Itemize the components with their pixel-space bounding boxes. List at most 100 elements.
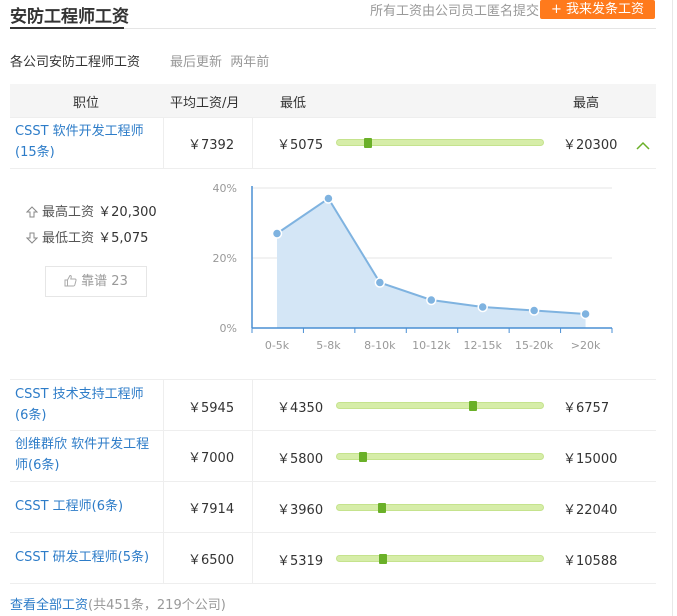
last-updated: 最后更新 两年前 [170, 51, 269, 70]
salary-range-bar [336, 503, 544, 513]
min-salary: ￥5075 [277, 138, 324, 153]
col-max: 最高 [573, 96, 600, 111]
area-fill [277, 198, 586, 328]
position-title: CSST 工程师(6条) [15, 499, 124, 514]
title-underline [10, 27, 124, 29]
column-divider [163, 481, 164, 532]
x-tick-label: 0-5k [265, 339, 290, 352]
max-salary: ￥10588 [563, 554, 618, 569]
updated-label: 最后更新 [170, 55, 223, 70]
row-divider [10, 117, 656, 118]
like-count: 23 [111, 274, 128, 289]
page-title: 安防工程师工资 [10, 7, 129, 27]
highest-value: ￥20,300 [98, 205, 157, 220]
updated-value: 两年前 [230, 55, 270, 70]
x-tick-label: 12-15k [464, 339, 503, 352]
chevron-up-icon[interactable] [636, 136, 650, 150]
position-link[interactable]: CSST 技术支持工程师 (6条) [15, 384, 163, 426]
y-tick-label: 0% [220, 322, 237, 335]
data-point [271, 228, 283, 239]
col-average: 平均工资/月 [170, 96, 240, 111]
data-point [374, 277, 386, 288]
data-point [580, 308, 591, 320]
arrow-down-icon [25, 232, 39, 244]
position-link[interactable]: 创维群欣 软件开发工程 师(6条) [15, 434, 163, 476]
range-track [336, 504, 544, 511]
range-average-marker [379, 554, 387, 564]
table-header: 职位 平均工资/月 最低 最高 [10, 84, 656, 117]
position-count: 师(6条) [15, 458, 60, 473]
column-divider [252, 430, 253, 481]
max-salary: ￥15000 [563, 452, 618, 467]
column-divider [252, 117, 253, 168]
row-divider [10, 583, 656, 584]
avg-salary: ￥7392 [188, 138, 235, 153]
min-salary: ￥4350 [277, 401, 324, 416]
position-title: 创维群欣 软件开发工程 [15, 437, 150, 452]
view-all-salaries[interactable]: 查看全部工资(共451条，219个公司) [10, 594, 226, 613]
view-all-summary: (共451条，219个公司) [88, 598, 226, 613]
position-count: (15条) [15, 145, 55, 160]
y-tick-label: 20% [213, 252, 237, 265]
col-position: 职位 [73, 96, 100, 111]
min-salary: ￥5319 [277, 554, 324, 569]
anonymous-note: 所有工资由公司员工匿名提交 [369, 4, 539, 19]
section-subtitle: 各公司安防工程师工资 [10, 55, 141, 70]
position-count: (6条) [15, 408, 47, 423]
salary-distribution-chart: 40% 20% 0% 0-5k 5-8k 8-10k 10-12k 12-15k 15-20k >… [213, 182, 613, 352]
row-divider [10, 168, 656, 169]
post-salary-button[interactable]: + 我来发条工资 [540, 0, 655, 19]
column-divider [252, 532, 253, 583]
like-button[interactable]: 靠谱 23 [45, 266, 147, 297]
row-divider [10, 532, 656, 533]
y-tick-label: 40% [213, 182, 237, 195]
x-tick-label: 5-8k [316, 339, 341, 352]
thumbs-up-icon [64, 274, 77, 287]
row-divider [10, 481, 656, 482]
column-divider [163, 379, 164, 430]
data-point [323, 193, 334, 204]
max-salary: ￥22040 [563, 503, 618, 518]
column-divider [163, 117, 164, 168]
x-tick-label: 8-10k [364, 339, 396, 352]
range-track [336, 402, 544, 409]
row-divider [10, 379, 656, 380]
min-salary: ￥5800 [277, 452, 324, 467]
salary-range-bar [336, 138, 544, 148]
range-track [336, 555, 544, 562]
data-point [426, 294, 437, 306]
min-salary: ￥3960 [277, 503, 324, 518]
highest-salary-stat: 最高工资 ￥20,300 [25, 201, 157, 220]
range-average-marker [364, 138, 372, 148]
range-average-marker [378, 503, 386, 513]
salary-range-bar [336, 452, 544, 462]
range-track [336, 453, 544, 460]
position-title: CSST 技术支持工程师 [15, 387, 144, 402]
x-tick-label: >20k [571, 339, 601, 352]
data-point [477, 301, 488, 313]
col-min: 最低 [280, 96, 307, 111]
position-link[interactable]: CSST 软件开发工程师 (15条) [15, 121, 163, 163]
avg-salary: ￥5945 [188, 401, 235, 416]
data-point [528, 305, 540, 316]
avg-salary: ￥6500 [188, 553, 235, 568]
x-tick-label: 10-12k [412, 339, 451, 352]
view-all-link[interactable]: 查看全部工资 [10, 598, 88, 613]
row-divider [10, 430, 656, 431]
range-average-marker [359, 452, 367, 462]
range-average-marker [469, 401, 477, 411]
avg-salary: ￥7000 [188, 451, 235, 466]
position-link[interactable]: CSST 工程师(6条) [15, 496, 163, 517]
avg-salary: ￥7914 [188, 502, 235, 517]
position-title: CSST 软件开发工程师 [15, 124, 144, 139]
column-divider [163, 430, 164, 481]
salary-range-bar [336, 401, 544, 411]
max-salary: ￥20300 [563, 138, 618, 153]
like-label: 靠谱 [81, 274, 108, 289]
lowest-value: ￥5,075 [98, 231, 149, 246]
highest-label: 最高工资 [42, 205, 95, 220]
x-tick-label: 15-20k [515, 339, 554, 352]
column-divider [252, 379, 253, 430]
arrow-up-icon [25, 206, 39, 218]
position-link[interactable]: CSST 研发工程师(5条) [15, 547, 163, 568]
